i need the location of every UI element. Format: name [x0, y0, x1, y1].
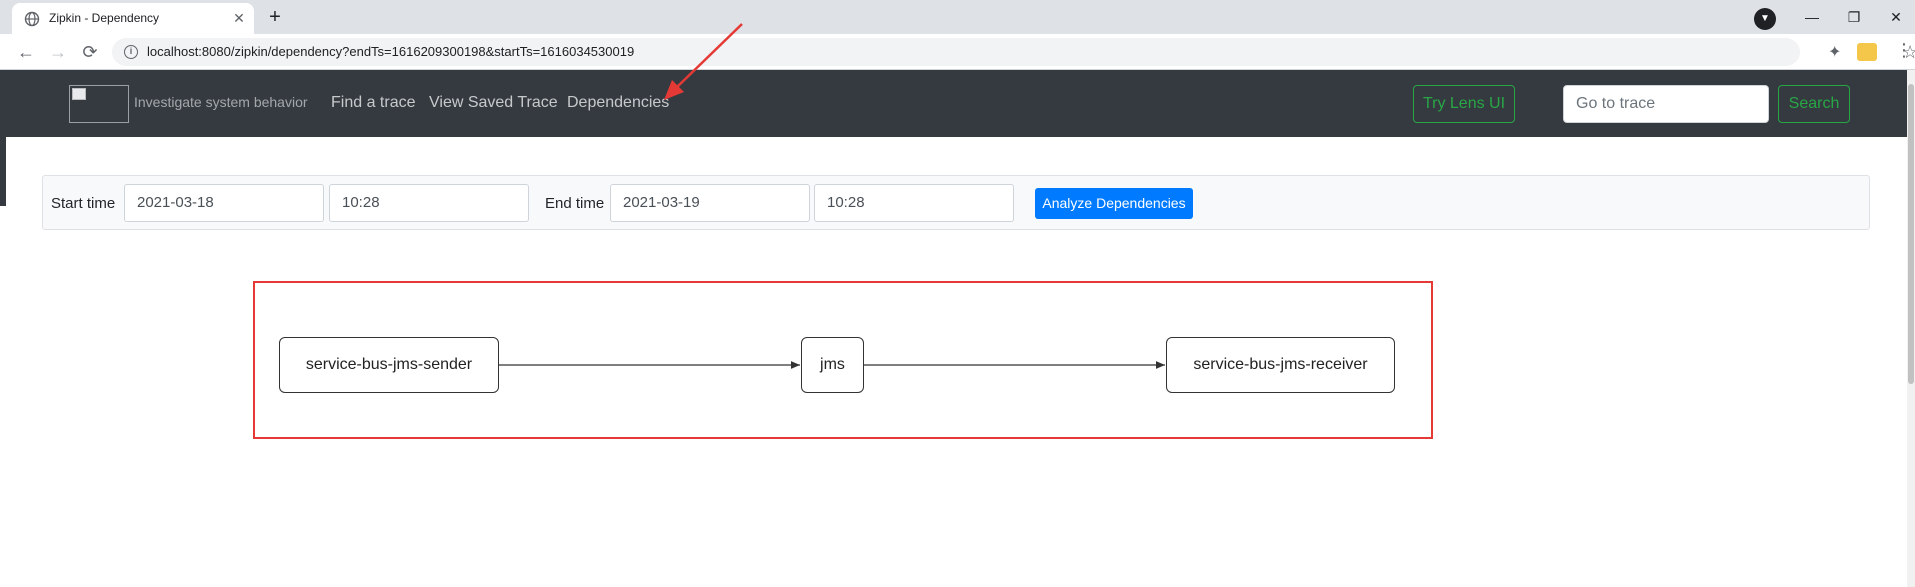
annotation-arrow: [664, 23, 743, 100]
